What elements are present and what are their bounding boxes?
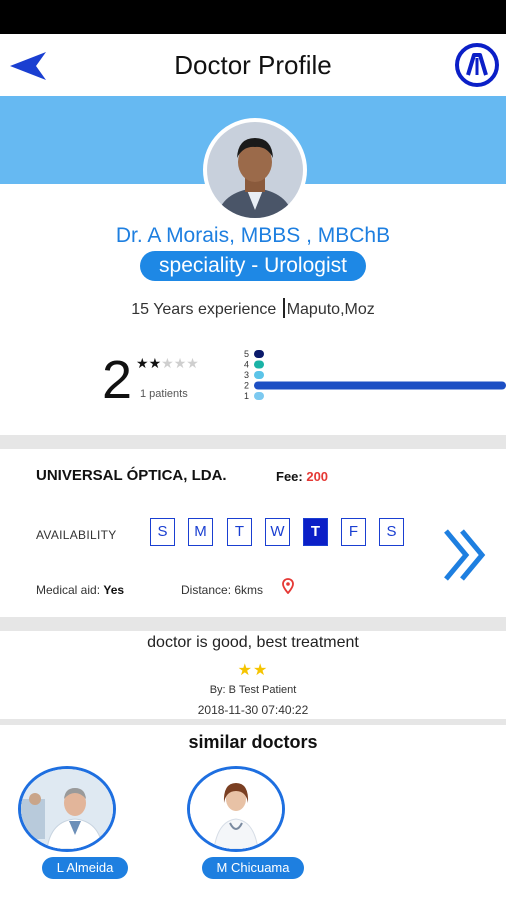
similar-doctors-title: similar doctors <box>188 732 318 752</box>
day-tuesday[interactable]: T <box>227 518 252 546</box>
doctor-avatar <box>203 118 307 222</box>
rating-bar <box>254 381 506 390</box>
separator <box>282 298 285 318</box>
app-logo[interactable] <box>454 42 500 88</box>
location-pin-icon[interactable] <box>282 578 294 595</box>
rating-level-label: 2 <box>244 381 249 391</box>
rating-level-label: 1 <box>244 391 249 401</box>
section-divider <box>0 719 506 725</box>
review-stars: ★★ <box>237 662 269 679</box>
day-monday[interactable]: M <box>188 518 213 546</box>
rating-distribution: 54321 <box>244 349 506 401</box>
rating-stars: ★★★★★ <box>136 355 199 372</box>
day-sunday[interactable]: S <box>150 518 175 546</box>
patient-count: 1 patients <box>140 388 188 400</box>
page-title: Doctor Profile <box>174 50 332 80</box>
double-chevron-right-icon <box>444 529 486 581</box>
status-bar <box>0 0 506 34</box>
app-logo-icon <box>455 43 499 87</box>
star-filled-icon: ★ <box>136 355 149 371</box>
medical-aid: Medical aid: Yes <box>36 583 124 597</box>
distance: Distance: 6kms <box>181 583 264 597</box>
specialty-badge: speciality - Urologist <box>140 251 366 281</box>
similar-doctor-photo[interactable] <box>18 766 116 852</box>
next-button[interactable] <box>442 527 490 583</box>
review-text: doctor is good, best treatment <box>147 634 359 651</box>
rating-level-label: 4 <box>244 360 249 370</box>
rating-level-label: 3 <box>244 370 249 380</box>
availability-label: AVAILABILITY <box>36 528 117 542</box>
star-filled-icon: ★ <box>148 355 162 371</box>
day-wednesday[interactable]: W <box>265 518 290 546</box>
section-divider <box>0 617 506 631</box>
clinic-name: UNIVERSAL ÓPTICA, LDA. <box>36 467 227 484</box>
rating-bar <box>254 371 264 379</box>
review-date: 2018-11-30 07:40:22 <box>197 703 309 717</box>
doctor-photo-icon <box>21 769 113 849</box>
doctor-photo-icon <box>207 122 303 218</box>
location-text: Maputo,Moz <box>286 301 375 318</box>
similar-doctor-name[interactable]: M Chicuama <box>202 857 304 879</box>
medical-aid-value: Yes <box>103 583 125 597</box>
rating-bar <box>254 392 264 400</box>
fee: Fee: 200 <box>276 469 328 484</box>
rating-bar <box>254 360 264 369</box>
doctor-name: Dr. A Morais, MBBS , MBChB <box>115 224 391 247</box>
fee-amount: 200 <box>306 469 329 484</box>
day-saturday[interactable]: S <box>379 518 404 546</box>
day-thursday[interactable]: T <box>303 518 328 546</box>
star-empty-icon: ★ <box>161 355 174 371</box>
similar-doctor-photo[interactable] <box>187 766 285 852</box>
similar-doctor-name[interactable]: L Almeida <box>42 857 128 879</box>
review-author: By: B Test Patient <box>209 684 297 696</box>
rating-value: 2 <box>102 350 133 410</box>
app-header: Doctor Profile <box>0 34 506 96</box>
experience-location: 15 Years experience Maputo,Moz <box>0 298 506 319</box>
rating-level-label: 5 <box>244 349 249 359</box>
fee-label: Fee: <box>276 469 307 484</box>
section-divider <box>0 435 506 449</box>
star-empty-icon: ★ <box>173 355 187 371</box>
doctor-photo-icon <box>190 769 282 849</box>
rating-bar <box>254 350 264 358</box>
experience-text: 15 Years experience <box>131 301 281 318</box>
star-empty-icon: ★ <box>186 355 199 371</box>
day-friday[interactable]: F <box>341 518 366 546</box>
medical-aid-label: Medical aid: <box>36 583 104 597</box>
